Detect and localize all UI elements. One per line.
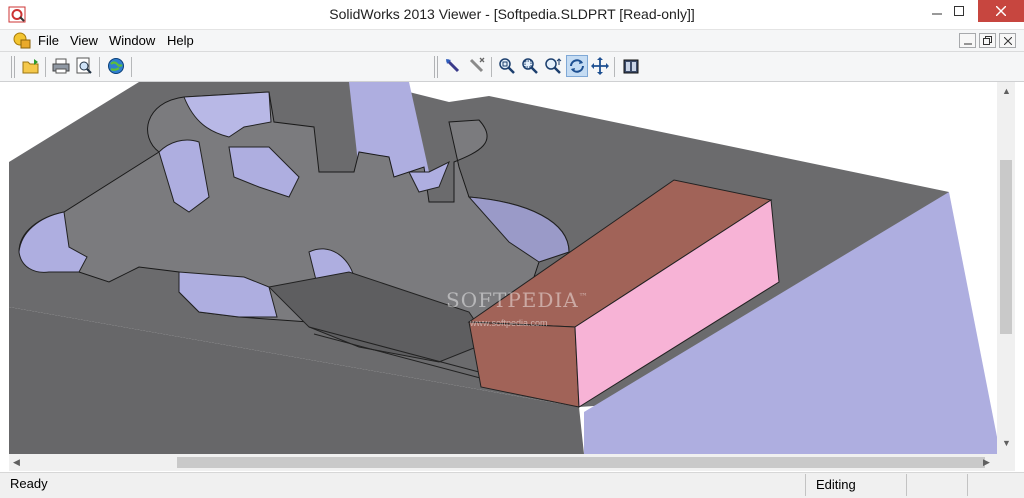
open-button[interactable]: [20, 55, 42, 77]
toolbar-separator: [99, 57, 100, 77]
watermark-text: SOFTPEDIA™: [446, 288, 589, 312]
status-pane-empty: [906, 474, 966, 496]
status-text: Ready: [10, 476, 48, 491]
scroll-down-icon[interactable]: ▼: [1002, 438, 1011, 448]
print-preview-icon: [76, 57, 92, 74]
select-button[interactable]: [442, 55, 464, 77]
scrollbar-corner: [997, 454, 1015, 471]
status-mode: Editing: [805, 474, 905, 496]
deselect-icon: [469, 57, 485, 73]
toolbar: [0, 52, 1024, 82]
minimize-icon: [963, 43, 972, 44]
web-button[interactable]: [105, 55, 127, 77]
vertical-scrollbar[interactable]: ▲ ▼: [997, 82, 1015, 454]
zoom-fit-icon: [499, 58, 515, 74]
scroll-up-icon[interactable]: ▲: [1002, 86, 1011, 96]
toolbar-grip[interactable]: [11, 56, 15, 78]
toolbar-separator: [491, 57, 492, 77]
print-preview-button[interactable]: [73, 55, 95, 77]
pan-icon: [591, 57, 609, 75]
deselect-button[interactable]: [466, 55, 488, 77]
menu-bar: File View Window Help: [0, 30, 1024, 52]
vertical-scroll-thumb[interactable]: [1000, 160, 1012, 334]
maximize-button[interactable]: [942, 0, 976, 22]
pan-button[interactable]: [589, 55, 611, 77]
close-icon: [1003, 36, 1012, 45]
doc-close-button[interactable]: [999, 33, 1016, 48]
toolbar-separator: [131, 57, 132, 77]
menu-file[interactable]: File: [38, 33, 59, 48]
toolbar-separator: [45, 57, 46, 77]
maximize-icon: [954, 6, 964, 16]
menu-window[interactable]: Window: [109, 33, 155, 48]
select-icon: [445, 58, 460, 73]
horizontal-scrollbar[interactable]: ◀ ▶: [9, 454, 997, 471]
cad-model[interactable]: [9, 82, 997, 454]
horizontal-scroll-thumb[interactable]: [177, 457, 985, 468]
doc-minimize-button[interactable]: [959, 33, 976, 48]
status-pane-empty: [967, 474, 1024, 496]
window-title: SolidWorks 2013 Viewer - [Softpedia.SLDP…: [329, 6, 695, 22]
title-bar: SolidWorks 2013 Viewer - [Softpedia.SLDP…: [0, 0, 1024, 30]
3d-view-button[interactable]: [620, 55, 642, 77]
restore-icon: [983, 36, 992, 45]
print-icon: [52, 58, 70, 74]
close-button[interactable]: [978, 0, 1024, 22]
3d-view-icon: [623, 59, 639, 74]
toolbar-grip[interactable]: [434, 56, 438, 78]
model-viewport[interactable]: SOFTPEDIA™ www.softpedia.com: [9, 82, 997, 454]
rotate-icon: [570, 59, 584, 73]
zoom-area-button[interactable]: [519, 55, 541, 77]
rotate-button[interactable]: [566, 55, 588, 77]
print-button[interactable]: [50, 55, 72, 77]
doc-restore-button[interactable]: [979, 33, 996, 48]
watermark-url: www.softpedia.com: [470, 318, 548, 328]
web-icon: [108, 58, 124, 74]
zoom-in-out-button[interactable]: [542, 55, 564, 77]
scroll-left-icon[interactable]: ◀: [13, 457, 20, 467]
menu-view[interactable]: View: [70, 33, 98, 48]
minimize-icon: [932, 13, 942, 15]
menu-help[interactable]: Help: [167, 33, 194, 48]
scroll-right-icon[interactable]: ▶: [983, 457, 990, 467]
close-icon: [996, 6, 1006, 16]
trademark-mark: ™: [578, 292, 589, 303]
solidworks-logo-icon[interactable]: [12, 31, 32, 51]
status-bar: Ready Editing: [0, 472, 1024, 498]
watermark-name: SOFTPEDIA: [446, 288, 579, 312]
zoom-area-icon: [522, 58, 538, 74]
zoom-in-out-icon: [545, 58, 562, 74]
open-icon: [22, 59, 39, 74]
toolbar-separator: [614, 57, 615, 77]
zoom-fit-button[interactable]: [496, 55, 518, 77]
